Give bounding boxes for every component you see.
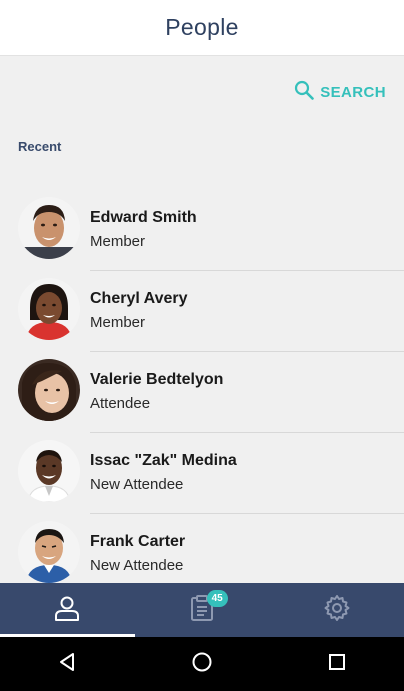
tab-bar: 45	[0, 583, 404, 637]
gear-icon	[323, 594, 351, 627]
recent-section-label: Recent	[18, 139, 62, 154]
recents-button[interactable]	[307, 637, 367, 691]
avatar	[18, 278, 80, 340]
list-item[interactable]: Edward Smith Member	[0, 190, 404, 271]
person-role: Attendee	[90, 395, 151, 412]
home-button[interactable]	[172, 637, 232, 691]
back-icon	[56, 651, 78, 678]
person-name: Edward Smith	[90, 209, 197, 226]
page-title: People	[165, 14, 239, 40]
tab-settings[interactable]	[269, 583, 404, 637]
avatar	[18, 197, 80, 259]
person-role: Member	[90, 233, 146, 250]
person-role: New Attendee	[90, 557, 184, 574]
person-icon	[53, 594, 81, 627]
search-icon	[294, 80, 315, 105]
people-list: Edward Smith Member Cheryl Avery Member	[0, 190, 404, 583]
avatar	[18, 521, 80, 583]
search-label: SEARCH	[320, 83, 386, 101]
recents-icon	[326, 651, 348, 678]
list-item[interactable]: Cheryl Avery Member	[0, 271, 404, 352]
app-header: People	[0, 0, 404, 56]
person-name: Cheryl Avery	[90, 290, 188, 307]
avatar	[18, 440, 80, 502]
search-button[interactable]: SEARCH	[294, 78, 386, 106]
person-role: Member	[90, 314, 146, 331]
person-name: Valerie Bedtelyon	[90, 371, 224, 388]
avatar	[18, 359, 80, 421]
person-name: Frank Carter	[90, 533, 186, 550]
person-name: Issac "Zak" Medina	[90, 452, 237, 469]
system-nav-bar	[0, 637, 404, 691]
list-item[interactable]: Issac "Zak" Medina New Attendee	[0, 433, 404, 514]
back-button[interactable]	[37, 637, 97, 691]
badge-count: 45	[206, 590, 228, 607]
tab-people[interactable]	[0, 583, 135, 637]
home-icon	[191, 651, 213, 678]
notification-badge: 45	[206, 590, 228, 607]
list-item[interactable]: Valerie Bedtelyon Attendee	[0, 352, 404, 433]
person-role: New Attendee	[90, 476, 184, 493]
list-item[interactable]: Frank Carter New Attendee	[0, 514, 404, 583]
tab-tasks[interactable]: 45	[135, 583, 270, 637]
